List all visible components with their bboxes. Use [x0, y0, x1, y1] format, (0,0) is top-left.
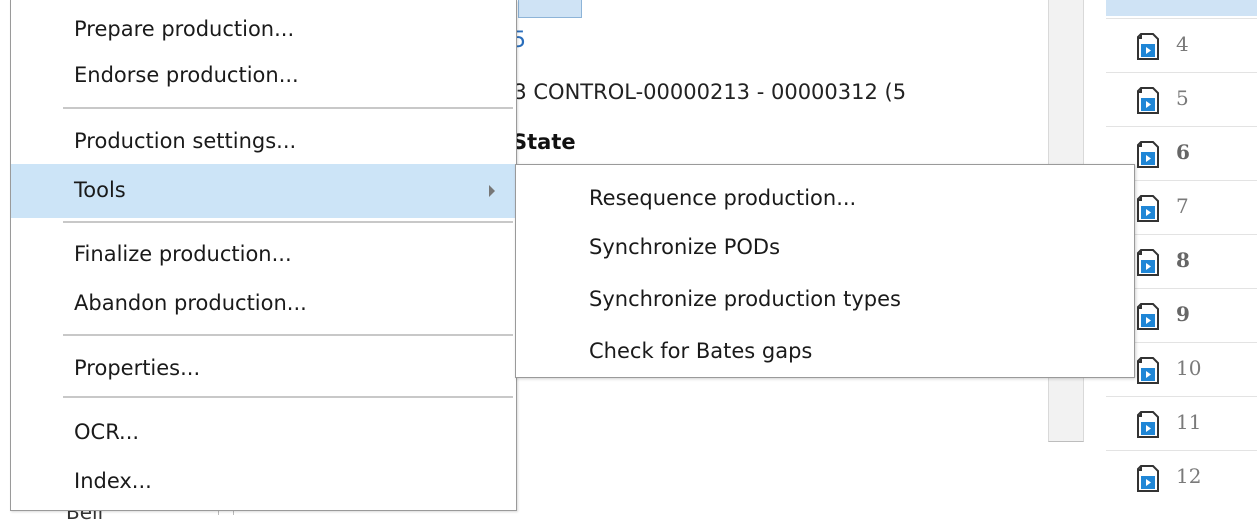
list-item-number: 4	[1176, 32, 1189, 56]
menu-item-label: Finalize production...	[74, 242, 292, 266]
list-item-number: 7	[1176, 194, 1189, 218]
menu-item-label: Tools	[74, 178, 126, 202]
bates-range-text: 23 CONTROL-00000213 - 00000312 (5	[500, 80, 907, 104]
submenu-item-label: Synchronize production types	[589, 287, 901, 311]
document-image-icon	[1137, 465, 1159, 492]
menu-item-index[interactable]: Index...	[11, 455, 516, 509]
document-image-icon	[1137, 411, 1159, 438]
submenu-item-synchronize-pods[interactable]: Synchronize PODs	[516, 221, 1134, 273]
list-item-number: 8	[1176, 248, 1190, 272]
menu-item-label: Prepare production...	[74, 17, 295, 41]
submenu-item-resequence-production[interactable]: Resequence production...	[516, 172, 1134, 224]
menu-separator	[63, 221, 513, 223]
menu-item-tools[interactable]: Tools	[11, 164, 516, 218]
document-image-icon	[1137, 249, 1159, 276]
submenu-arrow-icon	[489, 185, 495, 197]
list-item[interactable]: 5	[1106, 72, 1257, 126]
list-item-number: 6	[1176, 140, 1190, 164]
menu-item-label: Production settings...	[74, 129, 297, 153]
document-image-icon	[1137, 357, 1159, 384]
submenu-item-check-bates-gaps[interactable]: Check for Bates gaps	[516, 325, 1134, 377]
menu-separator	[63, 396, 513, 398]
list-item[interactable]: 4	[1106, 18, 1257, 72]
document-image-icon	[1137, 141, 1159, 168]
menu-item-production-settings[interactable]: Production settings...	[11, 115, 516, 169]
document-image-icon	[1137, 33, 1159, 60]
submenu-item-label: Check for Bates gaps	[589, 339, 813, 363]
menu-item-label: Abandon production...	[74, 291, 307, 315]
menu-item-endorse-production[interactable]: Endorse production...	[11, 49, 516, 103]
highlighted-count-badge[interactable]	[518, 0, 582, 18]
list-item-number: 12	[1176, 464, 1202, 488]
document-image-icon	[1137, 87, 1159, 114]
menu-item-label: OCR...	[74, 420, 140, 444]
menu-item-properties[interactable]: Properties...	[11, 342, 516, 396]
menu-item-abandon-production[interactable]: Abandon production...	[11, 277, 516, 331]
list-item-number: 5	[1176, 86, 1189, 110]
state-heading: State	[512, 130, 576, 154]
menu-item-ocr[interactable]: OCR...	[11, 406, 516, 460]
list-item-number: 9	[1176, 302, 1190, 326]
submenu-item-label: Synchronize PODs	[589, 235, 781, 259]
document-image-icon	[1137, 303, 1159, 330]
menu-item-finalize-production[interactable]: Finalize production...	[11, 228, 516, 282]
list-item-number: 11	[1176, 410, 1202, 434]
menu-item-label: Properties...	[74, 356, 201, 380]
menu-item-label: Index...	[74, 469, 152, 493]
submenu-item-label: Resequence production...	[589, 186, 857, 210]
list-item-number: 10	[1176, 356, 1202, 380]
document-image-icon	[1137, 195, 1159, 222]
list-item[interactable]: 12	[1106, 450, 1257, 504]
list-item[interactable]: 11	[1106, 396, 1257, 450]
submenu-item-synchronize-production-types[interactable]: Synchronize production types	[516, 273, 1134, 325]
menu-item-label: Endorse production...	[74, 63, 299, 87]
tools-submenu: Resequence production... Synchronize POD…	[515, 164, 1135, 378]
selected-list-item[interactable]	[1106, 0, 1257, 16]
context-menu: Prepare production... Endorse production…	[10, 0, 517, 511]
menu-separator	[63, 107, 513, 109]
menu-separator	[63, 334, 513, 336]
